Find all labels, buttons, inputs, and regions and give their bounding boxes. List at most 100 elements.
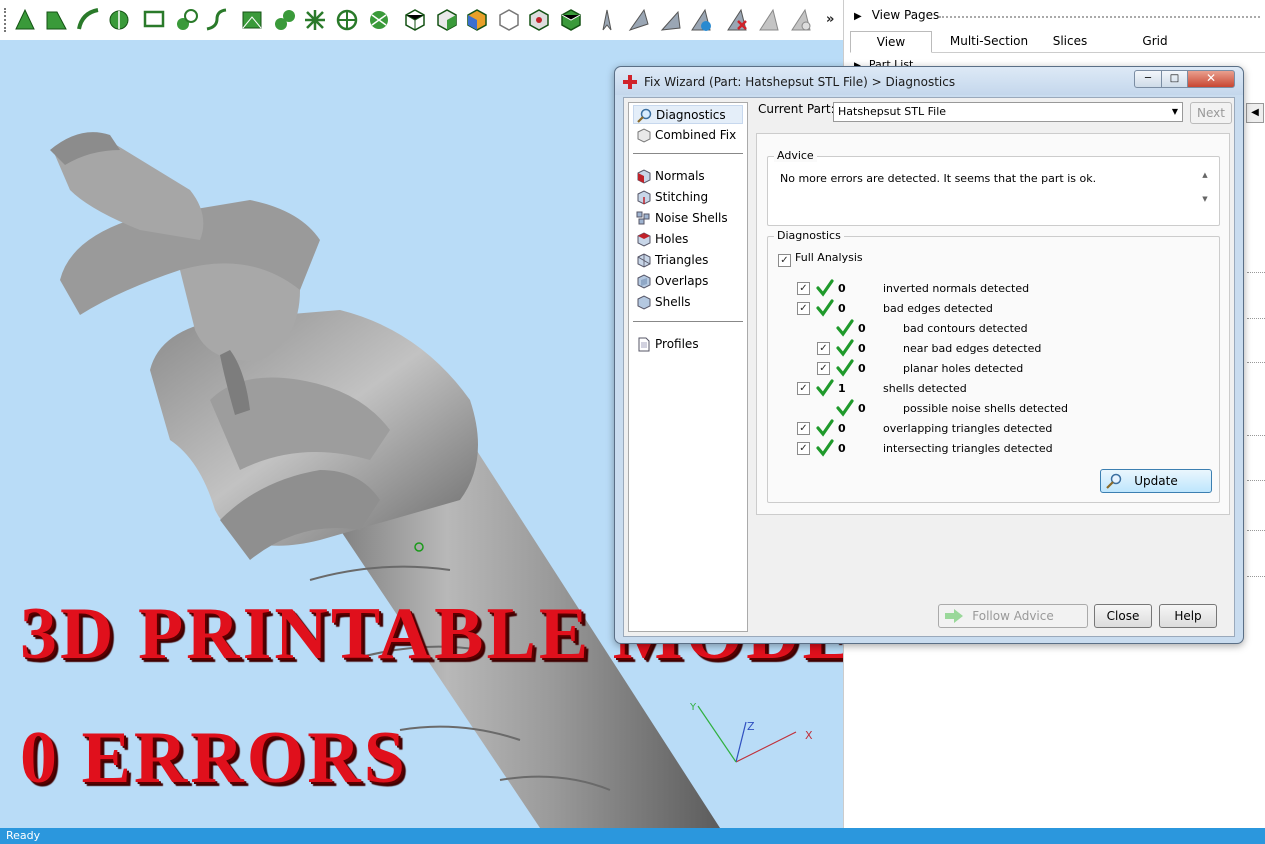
triangle-select-2-icon[interactable] xyxy=(788,7,814,33)
nav-label: Profiles xyxy=(655,337,699,351)
radial-select-icon[interactable] xyxy=(334,7,360,33)
nav-item-stitching[interactable]: Stitching xyxy=(633,188,743,207)
panel-divider xyxy=(1247,272,1265,273)
add-polygon-icon[interactable] xyxy=(44,7,70,33)
diagnostic-row: ✓ 0 inverted normals detected xyxy=(768,279,1208,299)
spider-select-icon[interactable] xyxy=(302,7,328,33)
triangle-select-icon[interactable] xyxy=(756,7,782,33)
row-count: 1 xyxy=(838,382,846,395)
panel-divider xyxy=(1247,576,1265,577)
row-checkbox[interactable]: ✓ xyxy=(797,442,810,455)
collapse-left-button[interactable]: ◀ xyxy=(1246,103,1264,123)
tab-view[interactable]: View xyxy=(850,31,932,53)
nav-label: Normals xyxy=(655,169,705,183)
row-count: 0 xyxy=(858,322,866,335)
header-divider xyxy=(939,16,1260,18)
row-checkbox[interactable]: ✓ xyxy=(797,282,810,295)
green-check-icon xyxy=(816,299,834,317)
diagnostics-panel: Advice No more errors are detected. It s… xyxy=(756,133,1230,515)
lasso-select-icon[interactable] xyxy=(106,7,132,33)
row-checkbox[interactable]: ✓ xyxy=(817,342,830,355)
diagnostic-row: ✓ 0 intersecting triangles detected xyxy=(768,439,1208,459)
arrow-refresh-icon[interactable] xyxy=(688,7,714,33)
follow-advice-label: Follow Advice xyxy=(972,609,1054,623)
surface-select-icon[interactable] xyxy=(240,7,266,33)
add-point-icon[interactable] xyxy=(12,7,38,33)
close-button[interactable]: Close xyxy=(1094,604,1152,628)
curve-select-icon[interactable] xyxy=(204,7,230,33)
arrow-tool-icon[interactable] xyxy=(594,7,620,33)
green-check-icon xyxy=(816,419,834,437)
wire-cube-icon[interactable] xyxy=(496,7,522,33)
main-toolbar: » xyxy=(0,0,843,40)
green-check-icon xyxy=(836,399,854,417)
toolbar-overflow-button[interactable]: » xyxy=(826,12,834,27)
current-part-select[interactable]: Hatshepsut STL File ▼ xyxy=(833,102,1183,122)
nav-label: Combined Fix xyxy=(655,128,737,142)
diagnostic-row: 0 bad contours detected xyxy=(768,319,1208,339)
row-label: intersecting triangles detected xyxy=(883,442,1053,455)
tab-slices[interactable]: Slices xyxy=(1040,31,1100,53)
stitching-cube-icon xyxy=(637,190,651,205)
nav-label: Triangles xyxy=(655,253,709,267)
overlaps-cube-icon xyxy=(637,274,651,289)
arrow-tool-2-icon[interactable] xyxy=(626,7,652,33)
nav-label: Shells xyxy=(655,295,691,309)
tab-grid[interactable]: Grid xyxy=(1130,31,1180,53)
delete-red-icon[interactable] xyxy=(724,7,750,33)
dialog-titlebar[interactable]: Fix Wizard (Part: Hatshepsut STL File) >… xyxy=(615,67,1243,95)
follow-advice-button[interactable]: Follow Advice xyxy=(938,604,1088,628)
current-part-label: Current Part: xyxy=(758,102,835,116)
toolbar-grip[interactable] xyxy=(4,8,7,32)
status-bar: Ready xyxy=(0,828,1265,844)
nav-separator xyxy=(633,321,743,322)
nav-item-triangles[interactable]: Triangles xyxy=(633,251,743,270)
hatch-select-icon[interactable] xyxy=(366,7,392,33)
row-checkbox[interactable]: ✓ xyxy=(797,382,810,395)
next-button[interactable]: Next xyxy=(1190,102,1232,124)
triangles-cube-icon xyxy=(637,253,651,268)
nav-item-noise-shells[interactable]: Noise Shells xyxy=(633,209,743,228)
maximize-button[interactable]: □ xyxy=(1161,70,1188,88)
brush-select-icon[interactable] xyxy=(174,7,200,33)
view-pages-header[interactable]: ▶ View Pages xyxy=(854,8,939,22)
nav-separator xyxy=(633,153,743,154)
box-view-icon[interactable] xyxy=(402,7,428,33)
cube-marked-icon[interactable] xyxy=(526,7,552,33)
full-analysis-checkbox[interactable]: ✓ Full Analysis xyxy=(778,251,863,267)
minimize-button[interactable]: ─ xyxy=(1134,70,1162,88)
nav-item-shells[interactable]: Shells xyxy=(633,293,743,312)
green-cube-icon[interactable] xyxy=(558,7,584,33)
fix-wizard-dialog: Fix Wizard (Part: Hatshepsut STL File) >… xyxy=(614,66,1244,644)
cube-view-icon[interactable] xyxy=(434,7,460,33)
row-checkbox[interactable]: ✓ xyxy=(817,362,830,375)
tab-multi-section[interactable]: Multi-Section xyxy=(934,31,1044,53)
nav-item-overlaps[interactable]: Overlaps xyxy=(633,272,743,291)
advice-scrollbar[interactable]: ▲ ▼ xyxy=(1199,171,1211,215)
green-check-icon xyxy=(816,379,834,397)
green-check-icon xyxy=(836,319,854,337)
shells-cube-icon xyxy=(637,295,651,310)
advice-text: No more errors are detected. It seems th… xyxy=(780,172,1097,185)
dialog-title: Fix Wizard (Part: Hatshepsut STL File) >… xyxy=(644,75,956,89)
magnifier-icon xyxy=(1106,473,1122,489)
row-checkbox[interactable]: ✓ xyxy=(797,422,810,435)
window-close-button[interactable]: ✕ xyxy=(1187,70,1235,88)
nav-item-normals[interactable]: Normals xyxy=(633,167,743,186)
row-checkbox[interactable]: ✓ xyxy=(797,302,810,315)
help-button[interactable]: Help xyxy=(1159,604,1217,628)
nav-label: Noise Shells xyxy=(655,211,728,225)
panel-divider xyxy=(1247,480,1265,481)
row-count: 0 xyxy=(858,402,866,415)
update-button[interactable]: Update xyxy=(1100,469,1212,493)
shell-select-icon[interactable] xyxy=(272,7,298,33)
checkbox-checked[interactable]: ✓ xyxy=(778,254,791,267)
nav-item-holes[interactable]: Holes xyxy=(633,230,743,249)
nav-item-combined-fix[interactable]: Combined Fix xyxy=(633,126,743,145)
arrow-tool-3-icon[interactable] xyxy=(658,7,684,33)
rectangle-select-icon[interactable] xyxy=(142,7,168,33)
nav-item-profiles[interactable]: Profiles xyxy=(633,335,743,354)
nav-item-diagnostics[interactable]: Diagnostics xyxy=(633,105,743,124)
colored-cube-icon[interactable] xyxy=(464,7,490,33)
freeform-draw-icon[interactable] xyxy=(76,7,102,33)
